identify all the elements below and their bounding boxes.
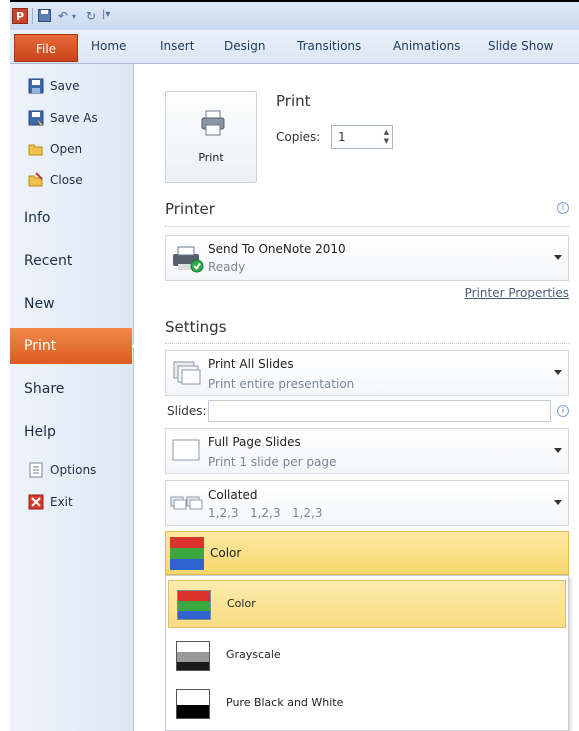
copies-stepper[interactable]: 1 ▲ ▼: [331, 125, 393, 149]
undo-icon[interactable]: ↶: [58, 9, 68, 23]
nav-info[interactable]: Info: [24, 210, 51, 226]
grayscale-swatch-icon: [176, 641, 210, 671]
nav-open-label: Open: [50, 142, 83, 156]
color-option-color[interactable]: Color: [168, 580, 566, 628]
tab-design[interactable]: Design: [224, 39, 265, 53]
nav-new[interactable]: New: [24, 296, 55, 312]
tab-insert[interactable]: Insert: [160, 39, 194, 53]
nav-open[interactable]: Open: [28, 141, 82, 157]
printer-name: Send To OneNote 2010: [208, 242, 346, 256]
ribbon-tabs: File Home Insert Design Transitions Anim…: [10, 30, 579, 64]
slides-input[interactable]: [208, 400, 551, 422]
chevron-down-icon: [554, 448, 562, 453]
nav-options-label: Options: [50, 463, 97, 477]
color-menu: Color Grayscale Pure Black and White: [165, 575, 569, 731]
color-dropdown[interactable]: Color: [165, 531, 569, 575]
settings-divider: [165, 343, 569, 344]
nav-share[interactable]: Share: [24, 381, 64, 397]
save-as-icon: [28, 110, 44, 126]
nav-exit-label: Exit: [50, 495, 73, 509]
black-white-swatch-icon: [176, 689, 210, 719]
print-slides-dropdown[interactable]: Print All Slides Print entire presentati…: [165, 350, 569, 396]
tab-animations[interactable]: Animations: [393, 39, 460, 53]
nav-print[interactable]: Print: [10, 328, 141, 364]
tab-file[interactable]: File: [14, 34, 78, 62]
print-heading: Print: [276, 92, 311, 110]
color-option-label: Color: [227, 597, 256, 610]
folder-close-icon: [28, 172, 44, 188]
printer-section-title: Printer: [165, 200, 215, 218]
nav-close-label: Close: [50, 173, 83, 187]
settings-section-title: Settings: [165, 318, 227, 336]
collation-description: 1,2,3 1,2,3 1,2,3: [208, 506, 323, 520]
tab-home[interactable]: Home: [91, 39, 126, 53]
copies-label: Copies:: [276, 130, 321, 144]
printer-divider: [165, 226, 569, 227]
print-all-slides-icon: [172, 360, 202, 391]
chevron-down-icon: [554, 370, 562, 375]
chevron-down-icon: [554, 255, 562, 260]
nav-save-label: Save: [50, 79, 80, 93]
printer-info-icon[interactable]: i: [557, 202, 569, 214]
slides-label: Slides:: [167, 404, 207, 418]
print-pane: Print Print Copies: 1 ▲ ▼ Printer i Send …: [135, 64, 579, 731]
layout-description: Print 1 slide per page: [208, 455, 337, 469]
chevron-down-icon: [554, 500, 562, 505]
print-slides-option: Print All Slides: [208, 357, 294, 371]
layout-option: Full Page Slides: [208, 435, 301, 449]
printer-status: Ready: [208, 260, 246, 274]
layout-dropdown[interactable]: Full Page Slides Print 1 slide per page: [165, 428, 569, 474]
full-page-slide-icon: [172, 439, 200, 466]
nav-recent[interactable]: Recent: [24, 253, 72, 269]
undo-dropdown-icon[interactable]: ▾: [72, 12, 76, 21]
options-icon: [28, 462, 44, 478]
color-swatch-icon: [170, 537, 204, 573]
color-option-black-white[interactable]: Pure Black and White: [168, 680, 566, 728]
collated-icon: [170, 495, 204, 516]
printer-properties-link[interactable]: Printer Properties: [465, 286, 569, 300]
backstage-nav: Save Save As Open Close Info Recent New …: [10, 64, 141, 731]
print-button[interactable]: Print: [165, 91, 257, 183]
powerpoint-logo-icon[interactable]: P: [12, 8, 28, 24]
color-swatch-icon: [177, 590, 211, 620]
printer-dropdown[interactable]: Send To OneNote 2010 Ready: [165, 235, 569, 281]
color-option-grayscale[interactable]: Grayscale: [168, 632, 566, 680]
copies-spinner-icon[interactable]: ▲ ▼: [384, 128, 389, 146]
grayscale-option-label: Grayscale: [226, 648, 281, 661]
quick-access-toolbar: P ↶ ▾ ↻ |▾: [10, 0, 579, 30]
print-button-label: Print: [198, 151, 224, 164]
nav-save[interactable]: Save: [28, 78, 79, 94]
save-icon[interactable]: [38, 9, 51, 25]
toolbar-divider: [32, 8, 33, 24]
black-white-option-label: Pure Black and White: [226, 696, 344, 709]
redo-icon[interactable]: ↻: [86, 9, 96, 23]
nav-exit[interactable]: Exit: [28, 494, 73, 510]
folder-open-icon: [28, 141, 44, 157]
slides-info-icon[interactable]: i: [557, 405, 569, 417]
tab-slide-show[interactable]: Slide Show: [488, 39, 553, 53]
nav-options[interactable]: Options: [28, 462, 96, 478]
printer-ready-icon: [170, 244, 206, 277]
exit-icon: [28, 494, 44, 510]
nav-save-as-label: Save As: [50, 111, 98, 125]
nav-save-as[interactable]: Save As: [28, 110, 98, 126]
collation-option: Collated: [208, 488, 258, 502]
print-slides-description: Print entire presentation: [208, 377, 355, 391]
copies-value: 1: [338, 130, 346, 144]
printer-icon: [201, 110, 225, 139]
nav-help[interactable]: Help: [24, 424, 56, 440]
save-icon: [28, 78, 44, 94]
nav-close[interactable]: Close: [28, 172, 83, 188]
customize-toolbar-icon[interactable]: |▾: [102, 9, 110, 20]
tab-transitions[interactable]: Transitions: [297, 39, 361, 53]
collation-dropdown[interactable]: Collated 1,2,3 1,2,3 1,2,3: [165, 480, 569, 526]
color-selected-label: Color: [210, 546, 242, 560]
